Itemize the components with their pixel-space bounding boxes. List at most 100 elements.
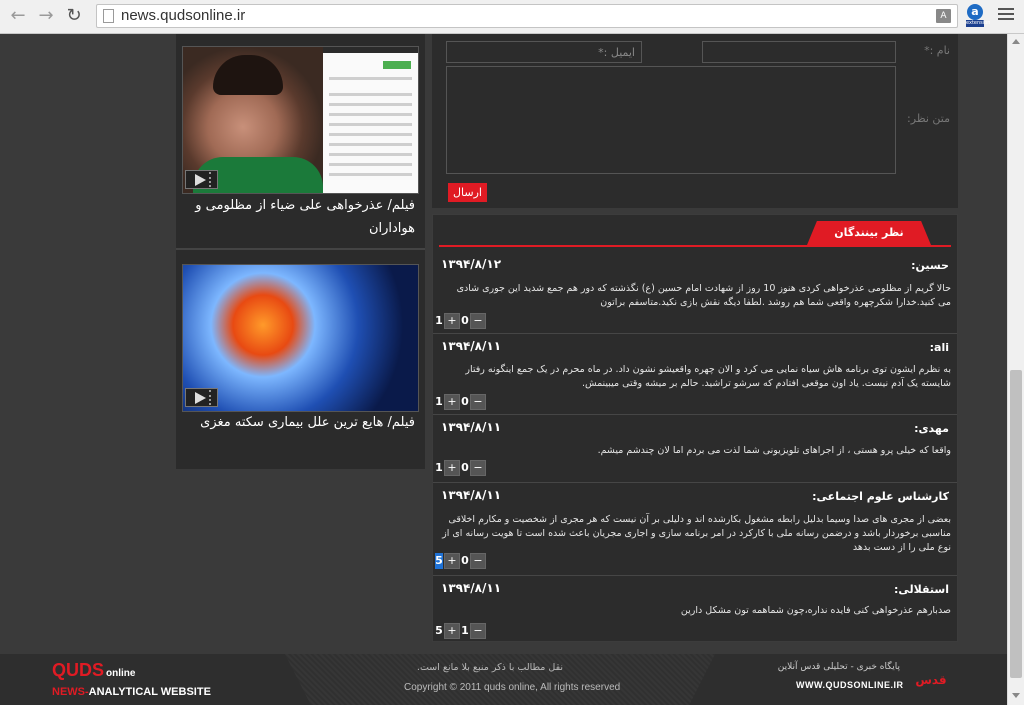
vote-up-button[interactable]: + <box>444 553 460 569</box>
vote-up-count: 5 <box>435 624 443 637</box>
comment-item: حسین: ۱۳۹۴/۸/۱۲ حالا گریم از مظلومی عذرخ… <box>433 251 957 334</box>
tab-viewer-comments[interactable]: نظر بینندگان <box>807 221 931 245</box>
footer-logo-main: QUDS <box>52 660 105 680</box>
comment-text: به نظرم ایشون توی برنامه هاش سیاه نمایی … <box>465 364 951 389</box>
comment-date: ۱۳۹۴/۸/۱۱ <box>441 420 502 434</box>
name-label: نام :* <box>924 44 950 57</box>
extension-icon[interactable]: a extension <box>964 4 991 28</box>
instagram-screenshot <box>323 53 418 193</box>
comment-item: کارشناس علوم اجتماعی: ۱۳۹۴/۸/۱۱ بعضی از … <box>433 482 957 576</box>
footer-tagline-suffix: ANALYTICAL WEBSITE <box>88 686 211 698</box>
video-sidebar: فیلم/ عذرخواهی علی ضیاء از مظلومی و هواد… <box>176 34 425 469</box>
submit-button[interactable]: ارسال <box>448 183 487 202</box>
comment-author: حسین: <box>911 259 949 272</box>
video-thumbnail[interactable] <box>182 46 419 194</box>
footer-copyright: Copyright © 2011 quds online, All rights… <box>404 682 621 693</box>
footer-logo-sub: online <box>106 668 136 679</box>
quds-brand-logo[interactable]: قدس آنلاین <box>906 660 956 700</box>
reload-icon[interactable]: ↻ <box>62 5 86 27</box>
vote-up-count: 1 <box>435 395 443 408</box>
page-scrollbar[interactable] <box>1007 34 1024 705</box>
extension-tag: extension <box>966 20 991 27</box>
scroll-up-arrow-icon[interactable] <box>1012 39 1020 44</box>
vote-down-button[interactable]: − <box>470 553 486 569</box>
footer-logo[interactable]: QUDS online <box>52 660 135 681</box>
comment-date: ۱۳۹۴/۸/۱۲ <box>441 257 502 271</box>
comment-author: مهدی: <box>914 422 949 435</box>
video-caption[interactable]: فیلم/ هایع ترین علل بیماری سکته مغزی <box>185 411 415 434</box>
vote-controls: 1 +0− <box>435 460 487 476</box>
vote-down-button[interactable]: − <box>470 313 486 329</box>
footer-site-name: پایگاه خبری - تحلیلی قدس آنلاین <box>777 662 900 672</box>
comment-label: متن نظر: <box>907 112 950 125</box>
comments-tabbar: نظر بینندگان <box>439 221 951 247</box>
vote-controls: 5 +1− <box>435 623 487 639</box>
vote-up-button[interactable]: + <box>444 623 460 639</box>
vote-down-button[interactable]: − <box>470 460 486 476</box>
vote-down-count: 0 <box>461 314 469 327</box>
vote-down-count: 0 <box>461 461 469 474</box>
vote-up-count: 1 <box>435 461 443 474</box>
comment-form: نام :* ایمیل :* متن نظر: ارسال <box>432 34 958 208</box>
text-line <box>329 123 412 126</box>
browser-toolbar: ← → ↻ news.qudsonline.ir A a extension <box>0 0 1024 34</box>
name-field[interactable] <box>702 41 896 63</box>
text-line <box>329 143 412 146</box>
text-line <box>329 93 412 96</box>
comment-textarea[interactable] <box>446 66 896 174</box>
text-line <box>329 173 412 176</box>
footer-tagline-prefix: NEWS- <box>52 686 89 698</box>
text-line <box>329 113 412 116</box>
vote-controls: 1 +0− <box>435 394 487 410</box>
vote-controls: 5 +0− <box>435 553 487 569</box>
scroll-down-arrow-icon[interactable] <box>1012 693 1020 698</box>
comment-date: ۱۳۹۴/۸/۱۱ <box>441 339 502 353</box>
text-line <box>329 163 412 166</box>
comments-section: نظر بینندگان حسین: ۱۳۹۴/۸/۱۲ حالا گریم ا… <box>432 214 958 642</box>
video-caption[interactable]: فیلم/ عذرخواهی علی ضیاء از مظلومی و هواد… <box>185 194 415 240</box>
footer-notice: نقل مطالب با ذکر منبع بلا مانع است. <box>416 662 564 673</box>
brain-image <box>183 265 418 411</box>
text-line <box>329 77 412 80</box>
comment-text: بعضی از مجری های صدا وسیما بدلیل رابطه م… <box>442 514 951 553</box>
vote-up-count: 1 <box>435 314 443 327</box>
comment-item: ali: ۱۳۹۴/۸/۱۱ به نظرم ایشون توی برنامه … <box>433 333 957 415</box>
back-icon[interactable]: ← <box>6 5 30 27</box>
menu-icon[interactable] <box>998 8 1014 24</box>
address-bar[interactable]: news.qudsonline.ir A <box>96 4 958 28</box>
translate-icon[interactable]: A <box>936 9 951 23</box>
comment-text: حالا گریم از مظلومی عذرخواهی کردی هنوز 1… <box>456 283 951 308</box>
site-footer: QUDS online NEWS-ANALYTICAL WEBSITE نقل م… <box>0 654 1007 705</box>
email-label: ایمیل :* <box>598 46 635 59</box>
follow-badge <box>383 61 411 69</box>
vote-up-button[interactable]: + <box>444 394 460 410</box>
page-icon <box>103 9 114 23</box>
vote-up-button[interactable]: + <box>444 460 460 476</box>
comment-text: واقعا که خیلی پرو هستی ، از اجراهای تلوی… <box>597 445 951 456</box>
text-line <box>329 153 412 156</box>
text-line <box>329 103 412 106</box>
footer-site-url[interactable]: WWW.QUDSONLINE.IR <box>796 680 903 690</box>
address-url[interactable]: news.qudsonline.ir <box>121 7 245 24</box>
comment-date: ۱۳۹۴/۸/۱۱ <box>441 488 502 502</box>
comment-date: ۱۳۹۴/۸/۱۱ <box>441 581 502 595</box>
vote-down-count: 0 <box>461 554 469 567</box>
footer-tagline: NEWS-ANALYTICAL WEBSITE <box>52 686 211 698</box>
comment-author: کارشناس علوم اجتماعی: <box>812 490 949 503</box>
vote-down-button[interactable]: − <box>470 394 486 410</box>
vote-down-button[interactable]: − <box>470 623 486 639</box>
extension-ball: a <box>967 4 983 20</box>
email-field[interactable]: ایمیل :* <box>446 41 642 63</box>
vote-up-count: 5 <box>435 553 443 569</box>
forward-icon[interactable]: → <box>34 5 58 27</box>
divider <box>176 248 425 250</box>
text-line <box>329 133 412 136</box>
scrollbar-thumb[interactable] <box>1010 370 1022 678</box>
comment-item: مهدی: ۱۳۹۴/۸/۱۱ واقعا که خیلی پرو هستی ،… <box>433 414 957 483</box>
play-icon[interactable] <box>185 170 218 189</box>
vote-up-button[interactable]: + <box>444 313 460 329</box>
vote-down-count: 1 <box>461 624 469 637</box>
play-icon[interactable] <box>185 388 218 407</box>
comment-text: صدبارهم عذرخواهی کنی فایده نداره،چون شما… <box>680 605 951 616</box>
video-thumbnail[interactable] <box>182 264 419 412</box>
